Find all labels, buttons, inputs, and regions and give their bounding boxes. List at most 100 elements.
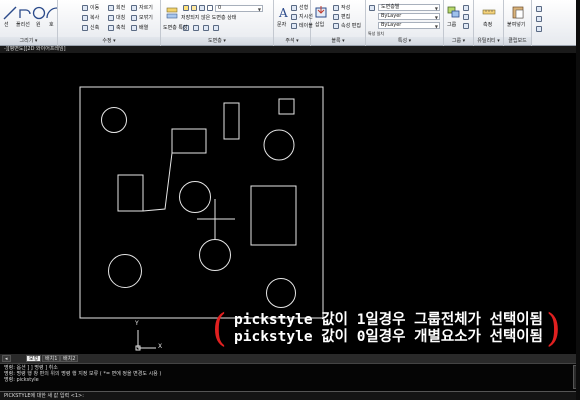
color-combo[interactable]: 도면층별 ▼: [378, 4, 440, 11]
stretch-button[interactable]: 신축: [90, 25, 99, 31]
arc-icon[interactable]: [45, 6, 59, 20]
base-point-icon[interactable]: [536, 26, 542, 32]
text-icon[interactable]: A: [276, 5, 290, 19]
paste-icon[interactable]: [511, 5, 525, 19]
layout-tabs: ◂ 모형 배치1 배치2: [0, 354, 580, 363]
trim-button[interactable]: 자르기: [139, 5, 153, 11]
modify-panel-title[interactable]: 수정 ▾: [58, 37, 160, 45]
move-icon[interactable]: [82, 5, 88, 11]
layer-combo[interactable]: 0 ▼: [215, 5, 263, 12]
utilities-panel: 측정 유틸리티 ▾: [474, 0, 504, 46]
linear-dimension-icon[interactable]: [291, 5, 297, 11]
polyline-button[interactable]: 폴리선: [16, 22, 30, 28]
edit-attributes-icon[interactable]: [333, 23, 339, 29]
group-select-icon[interactable]: [463, 23, 469, 29]
pickstyle-note: pickstyle 값이 1일경우 그룹전체가 선택이됨 pickstyle 값…: [234, 312, 543, 346]
tab-layout1[interactable]: 배치1: [42, 355, 61, 362]
properties-panel-title[interactable]: 특성 ▾: [366, 37, 443, 45]
copy-icon[interactable]: [82, 15, 88, 21]
viewport-label[interactable]: -][평면도][2D 와이어프레임]: [0, 46, 580, 53]
line-icon[interactable]: [3, 6, 17, 20]
circle-top-left: [101, 107, 127, 133]
tab-model[interactable]: 모형: [26, 355, 42, 362]
create-block-icon[interactable]: [333, 5, 339, 11]
paste-button[interactable]: 붙여넣기: [507, 22, 525, 28]
rect-small: [278, 98, 295, 115]
fillet-icon[interactable]: [131, 15, 137, 21]
ungroup-icon[interactable]: [463, 5, 469, 11]
ucs-y-label: Y: [135, 320, 139, 327]
circle-bottom-left: [108, 254, 142, 288]
lock-icon[interactable]: [199, 5, 205, 11]
drawing-canvas[interactable]: Y X: [0, 53, 580, 354]
arc-button[interactable]: 호: [49, 22, 54, 28]
unsaved-layer-state[interactable]: 저장되지 않은 도면층 상태: [181, 15, 236, 21]
circle-icon[interactable]: [32, 6, 46, 20]
layers-panel-title[interactable]: 도면층 ▾: [161, 37, 273, 45]
move-button[interactable]: 이동: [90, 5, 99, 11]
clipboard-panel-title[interactable]: 클립보드: [504, 37, 531, 45]
scale-icon[interactable]: [108, 25, 114, 31]
layer-color-icon[interactable]: [207, 5, 213, 11]
linetype-combo[interactable]: ByLayer ▼: [378, 13, 440, 20]
table-icon[interactable]: [291, 23, 297, 29]
rect-top: [171, 128, 207, 154]
lineweight-combo-value: ByLayer: [381, 22, 402, 28]
edit-attributes-button[interactable]: 속성 편집: [341, 23, 361, 29]
array-icon[interactable]: [131, 25, 137, 31]
tab-nav-left[interactable]: ◂: [2, 355, 11, 362]
linear-button[interactable]: 선형: [299, 5, 308, 11]
tab-layout2[interactable]: 배치2: [60, 355, 79, 362]
copy-clip-icon[interactable]: [536, 16, 542, 22]
array-button[interactable]: 배열: [139, 25, 148, 31]
cut-icon[interactable]: [536, 6, 542, 12]
draw-panel-title[interactable]: 그리기 ▾: [0, 37, 57, 45]
scale-button[interactable]: 축척: [116, 25, 125, 31]
line-button[interactable]: 선: [4, 22, 9, 28]
polyline-icon[interactable]: [18, 6, 32, 20]
lineweight-combo[interactable]: ByLayer ▼: [378, 22, 440, 29]
annotation-panel-title[interactable]: 주석 ▾: [274, 37, 310, 45]
group-button[interactable]: 그룹: [447, 22, 456, 28]
edit-button[interactable]: 편집: [341, 14, 350, 20]
layer-tool-icon-3[interactable]: [203, 25, 209, 31]
group-edit-icon[interactable]: [463, 14, 469, 20]
text-button[interactable]: 문자: [277, 22, 286, 28]
edit-block-icon[interactable]: [333, 14, 339, 20]
insert-button[interactable]: 삽입: [315, 22, 324, 28]
layer-properties-icon[interactable]: [165, 6, 179, 20]
insert-block-icon[interactable]: [314, 5, 328, 19]
draw-panel: 선 폴리선 원 호 그리기 ▾: [0, 0, 58, 46]
trim-icon[interactable]: [131, 5, 137, 11]
block-panel-title[interactable]: 블록 ▾: [311, 37, 365, 45]
measure-icon[interactable]: [482, 5, 496, 19]
leader-icon[interactable]: [291, 14, 297, 20]
layer-tool-icon-2[interactable]: [193, 25, 199, 31]
group-icon[interactable]: [447, 5, 461, 19]
fillet-button[interactable]: 모깎기: [139, 15, 153, 21]
mirror-button[interactable]: 대칭: [116, 15, 125, 21]
groups-panel: 그룹 그룹 ▾: [444, 0, 474, 46]
groups-panel-title[interactable]: 그룹 ▾: [444, 37, 473, 45]
ribbon-extra: [532, 0, 576, 46]
stretch-icon[interactable]: [82, 25, 88, 31]
window-edge: [576, 0, 580, 400]
layer-tool-icon-4[interactable]: [213, 25, 219, 31]
layers-panel: 0 ▼ 저장되지 않은 도면층 상태 도면층 특성 도면층 ▾: [161, 0, 274, 46]
rotate-button[interactable]: 회전: [116, 5, 125, 11]
chevron-down-icon: ▼: [257, 7, 261, 12]
create-button[interactable]: 작성: [341, 5, 350, 11]
connector-polyline: [142, 152, 173, 212]
mirror-icon[interactable]: [108, 15, 114, 21]
circle-button[interactable]: 원: [36, 22, 41, 28]
utilities-panel-title[interactable]: 유틸리티 ▾: [474, 37, 503, 45]
layer-properties-button[interactable]: 도면층 특성: [163, 25, 188, 31]
command-history[interactable]: 명령: 옵션 ] ] 명령 ] 취소 명령: 명령 행 창 편의 위의 명령 행…: [0, 363, 580, 391]
sun-icon[interactable]: [191, 5, 197, 11]
match-properties-icon[interactable]: [369, 5, 375, 11]
copy-button[interactable]: 복사: [90, 15, 99, 21]
command-prompt[interactable]: PICKSTYLE에 대한 새 값 입력 <1>:: [0, 391, 580, 400]
rotate-icon[interactable]: [108, 5, 114, 11]
light-bulb-icon[interactable]: [183, 5, 189, 11]
measure-button[interactable]: 측정: [483, 22, 492, 28]
